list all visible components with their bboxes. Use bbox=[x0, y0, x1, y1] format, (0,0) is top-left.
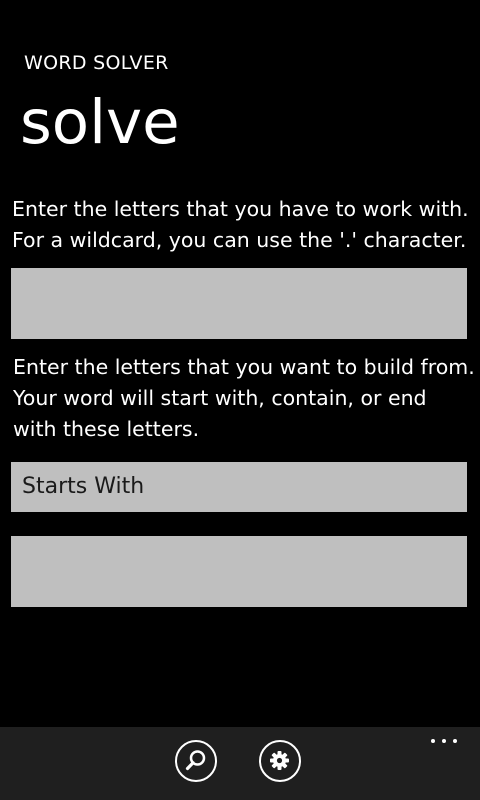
match-mode-select[interactable]: Starts With bbox=[11, 462, 467, 512]
build-instructions-line: with these letters. bbox=[13, 417, 200, 441]
search-icon bbox=[185, 750, 206, 771]
more-options-button[interactable] bbox=[424, 733, 464, 749]
app-title: WORD SOLVER bbox=[24, 52, 169, 74]
build-instructions: Enter the letters that you want to build… bbox=[13, 352, 475, 445]
gear-icon bbox=[270, 751, 289, 770]
build-instructions-line: Enter the letters that you want to build… bbox=[13, 355, 475, 379]
build-instructions-line: Your word will start with, contain, or e… bbox=[13, 386, 427, 410]
search-button[interactable] bbox=[175, 740, 217, 782]
settings-button[interactable] bbox=[259, 740, 301, 782]
letters-instructions-line: Enter the letters that you have to work … bbox=[12, 197, 469, 221]
letters-instructions-line: For a wildcard, you can use the '.' char… bbox=[12, 228, 467, 252]
page-title: solve bbox=[20, 87, 180, 158]
letters-instructions: Enter the letters that you have to work … bbox=[12, 194, 469, 256]
build-letters-input[interactable] bbox=[11, 536, 467, 607]
app-bar bbox=[0, 727, 480, 800]
letters-input[interactable] bbox=[11, 268, 467, 339]
